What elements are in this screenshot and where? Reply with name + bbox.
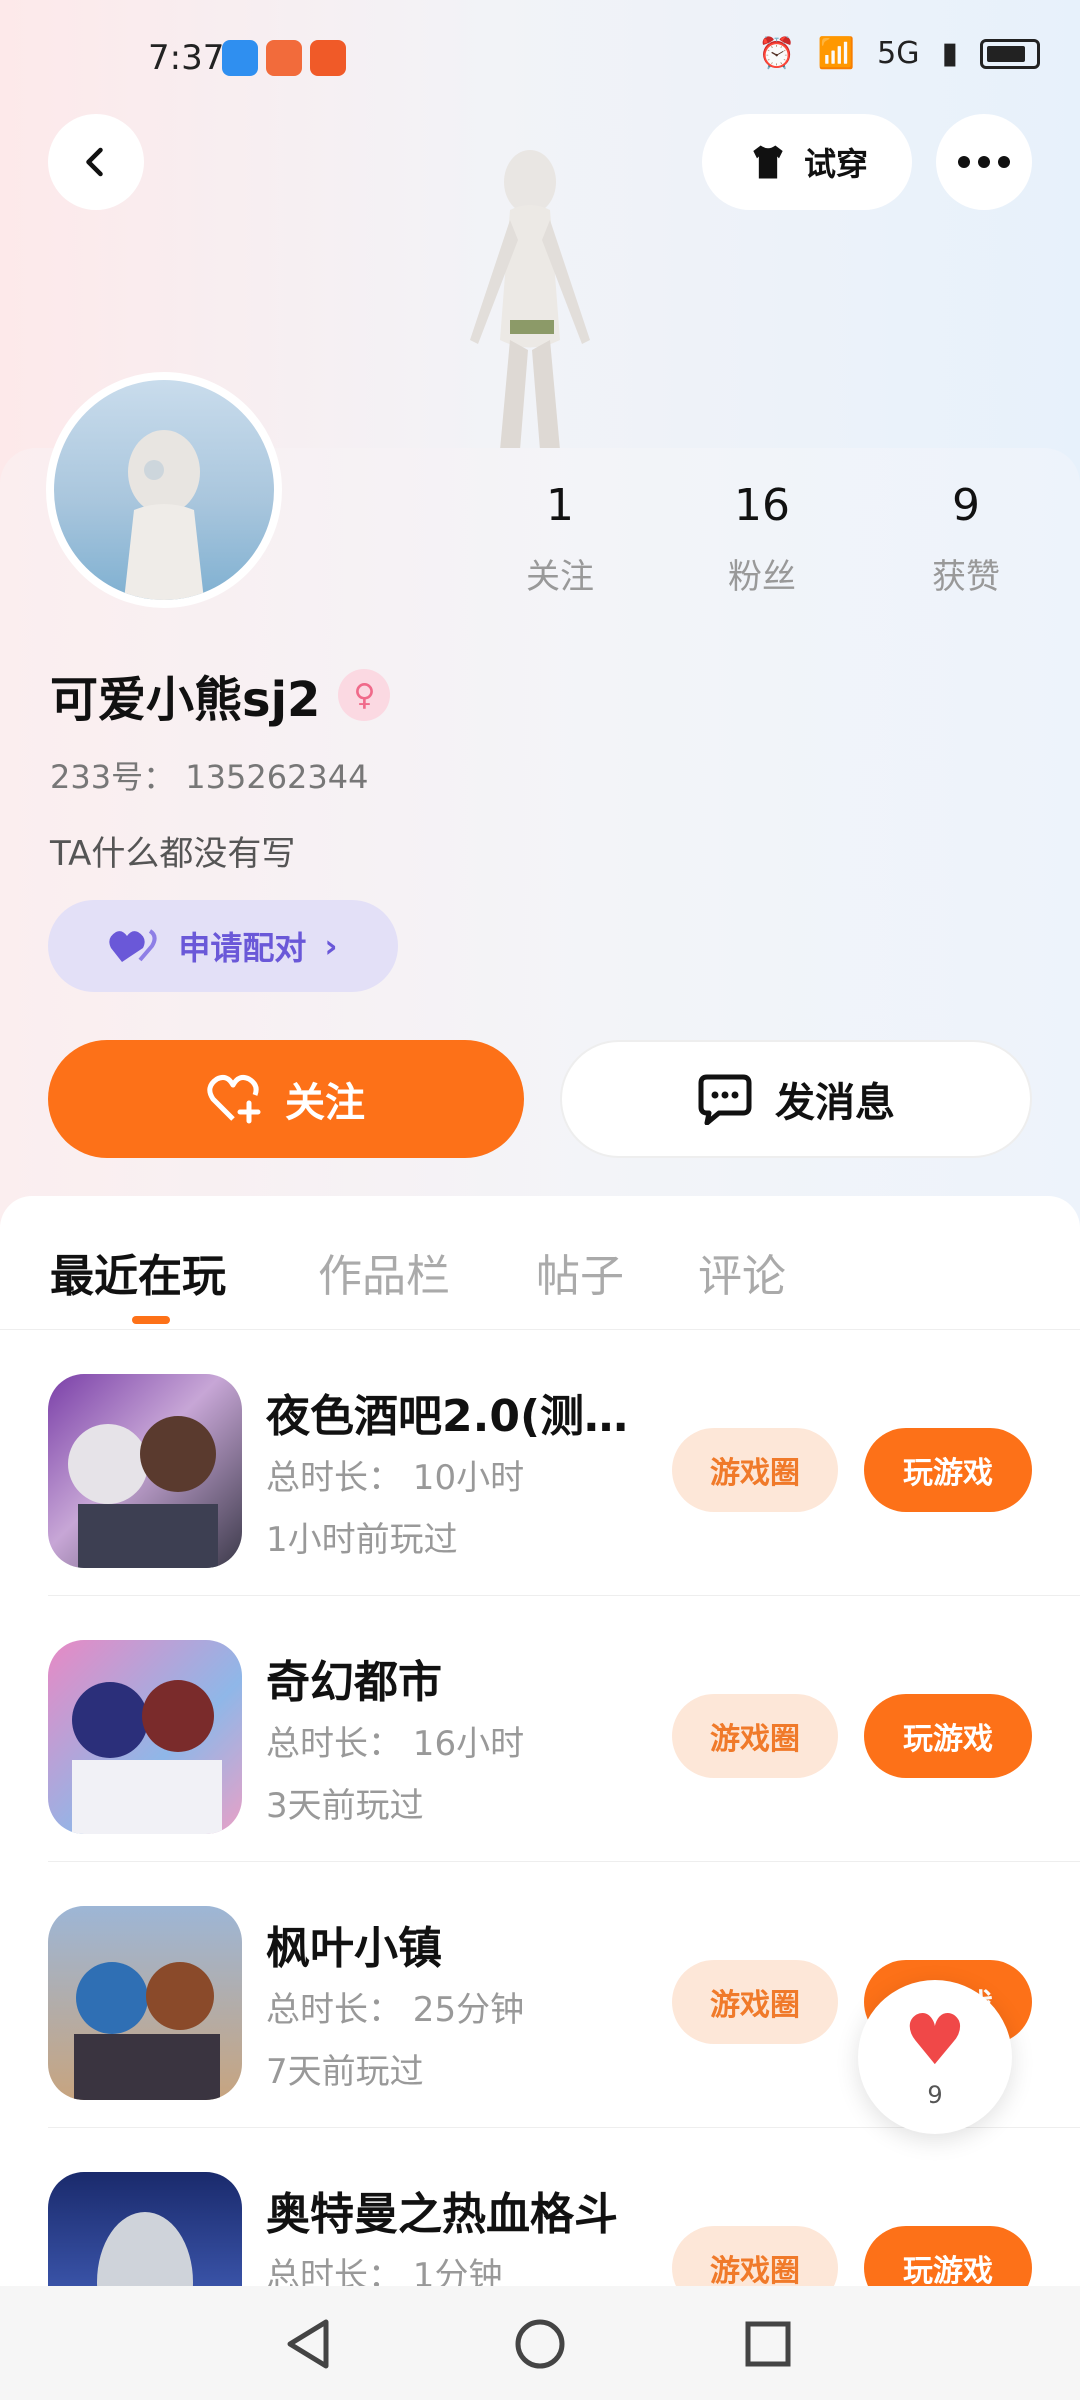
app-notification-icon-2 bbox=[310, 40, 346, 76]
heart-plus-icon bbox=[207, 1075, 261, 1124]
chevron-right-icon: › bbox=[324, 927, 338, 965]
tab-recently-played[interactable]: 最近在玩 bbox=[50, 1240, 226, 1304]
avatar-figure bbox=[124, 430, 204, 600]
network-label: 5G bbox=[877, 36, 920, 71]
game-title: 奇幻都市 bbox=[266, 1657, 442, 1708]
alarm-icon: ⏰ bbox=[758, 36, 796, 71]
request-match-label: 申请配对 bbox=[178, 929, 307, 967]
game-list-item[interactable]: 奇幻都市 总时长： 16小时 3天前玩过 游戏圈 玩游戏 bbox=[48, 1596, 1080, 1862]
game-artwork bbox=[74, 1962, 220, 2100]
follow-button[interactable]: 关注 bbox=[48, 1040, 524, 1158]
game-artwork bbox=[72, 1680, 222, 1834]
nav-home-button[interactable] bbox=[510, 2314, 570, 2374]
stat-following-count: 1 bbox=[546, 480, 574, 531]
status-indicators: ⏰ 📶 5G ▮ bbox=[758, 36, 1040, 71]
more-options-button[interactable] bbox=[936, 114, 1032, 210]
request-match-button[interactable]: 申请配对 › bbox=[48, 900, 398, 992]
active-tab-indicator bbox=[132, 1316, 170, 1324]
play-game-button[interactable]: 玩游戏 bbox=[864, 1694, 1032, 1778]
game-title: 夜色酒吧2.0(测… bbox=[266, 1391, 629, 1442]
game-duration: 总时长： 10小时 bbox=[266, 1458, 525, 1498]
game-duration: 总时长： 16小时 bbox=[266, 1724, 525, 1764]
tab-posts[interactable]: 帖子 bbox=[536, 1240, 624, 1304]
game-icon bbox=[48, 1374, 242, 1568]
back-arrow-icon bbox=[86, 147, 103, 177]
chat-bubble-icon bbox=[698, 1074, 752, 1125]
game-icon bbox=[48, 1906, 242, 2100]
stat-fans[interactable]: 16 粉丝 bbox=[682, 480, 842, 598]
profile-tabs: 最近在玩 作品栏 帖子 评论 bbox=[0, 1196, 1080, 1330]
stat-likes-label: 获赞 bbox=[932, 557, 1000, 597]
game-artwork bbox=[68, 1416, 218, 1568]
wifi-icon: 📶 bbox=[817, 36, 856, 71]
nav-recents-button[interactable] bbox=[738, 2314, 798, 2374]
heart-icon: ♥ bbox=[903, 1999, 967, 2081]
send-message-label: 发消息 bbox=[775, 1080, 895, 1126]
tab-comments[interactable]: 评论 bbox=[698, 1240, 786, 1304]
profile-avatar[interactable] bbox=[46, 372, 282, 608]
tab-works[interactable]: 作品栏 bbox=[318, 1240, 450, 1304]
stat-following-label: 关注 bbox=[526, 557, 594, 597]
try-on-button[interactable]: 试穿 bbox=[702, 114, 912, 210]
user-bio: TA什么都没有写 bbox=[50, 834, 296, 874]
avatar-character-figure bbox=[470, 150, 590, 450]
signal-icon: ▮ bbox=[941, 36, 958, 71]
game-circle-button[interactable]: 游戏圈 bbox=[672, 1428, 838, 1512]
female-gender-icon: ♀ bbox=[338, 669, 391, 721]
nav-home-icon bbox=[515, 2319, 565, 2369]
try-on-label: 试穿 bbox=[803, 145, 868, 183]
back-button[interactable] bbox=[48, 114, 144, 210]
stat-likes-count: 9 bbox=[952, 480, 980, 531]
more-dots-icon bbox=[958, 156, 1010, 168]
stat-following[interactable]: 1 关注 bbox=[480, 480, 640, 598]
play-game-button[interactable]: 玩游戏 bbox=[864, 1428, 1032, 1512]
stat-likes[interactable]: 9 获赞 bbox=[886, 480, 1046, 598]
game-last-played: 1小时前玩过 bbox=[266, 1520, 458, 1560]
game-duration: 总时长： 25分钟 bbox=[266, 1990, 525, 2030]
user-id: 233号： 135262344 bbox=[50, 758, 369, 796]
nav-back-button[interactable] bbox=[278, 2314, 338, 2374]
weather-app-icon bbox=[222, 40, 258, 76]
username-row: 可爱小熊sj2 ♀ bbox=[50, 660, 391, 730]
game-last-played: 3天前玩过 bbox=[266, 1786, 424, 1826]
game-list-item[interactable]: 夜色酒吧2.0(测… 总时长： 10小时 1小时前玩过 游戏圈 玩游戏 bbox=[48, 1330, 1080, 1596]
game-last-played: 7天前玩过 bbox=[266, 2052, 424, 2092]
game-icon bbox=[48, 1640, 242, 1834]
stat-fans-count: 16 bbox=[734, 480, 790, 531]
status-time: 7:37 bbox=[148, 38, 225, 78]
battery-icon bbox=[980, 38, 1040, 69]
floating-like-button[interactable]: ♥ 9 bbox=[858, 1980, 1012, 2134]
tshirt-icon bbox=[753, 145, 783, 179]
follow-label: 关注 bbox=[285, 1080, 365, 1126]
stat-fans-label: 粉丝 bbox=[728, 557, 796, 597]
nav-recents-icon bbox=[745, 2321, 791, 2367]
nav-back-icon bbox=[287, 2319, 329, 2369]
status-bar: 7:37 ⏰ 📶 5G ▮ bbox=[0, 0, 1080, 110]
game-title: 枫叶小镇 bbox=[266, 1923, 442, 1974]
game-circle-button[interactable]: 游戏圈 bbox=[672, 1960, 838, 2044]
system-navigation-bar bbox=[0, 2286, 1080, 2400]
heart-pair-icon bbox=[109, 929, 157, 962]
game-circle-button[interactable]: 游戏圈 bbox=[672, 1694, 838, 1778]
app-notification-icon bbox=[266, 40, 302, 76]
like-count: 9 bbox=[927, 2081, 943, 2109]
game-title: 奥特曼之热血格斗 bbox=[266, 2189, 618, 2240]
send-message-button[interactable]: 发消息 bbox=[560, 1040, 1032, 1158]
username: 可爱小熊sj2 bbox=[50, 672, 321, 728]
